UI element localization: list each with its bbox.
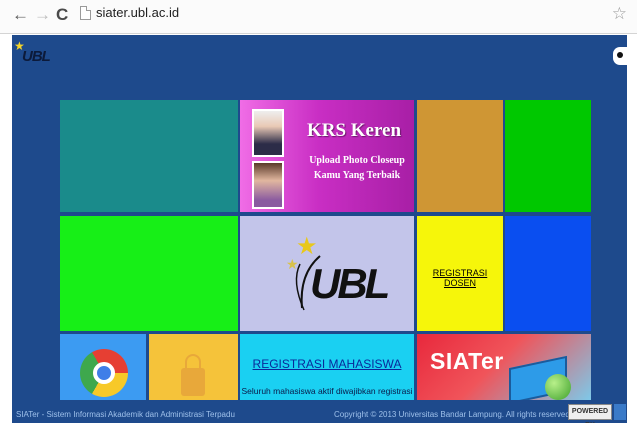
- footer: SIATer - Sistem Informasi Akademik dan A…: [12, 400, 627, 423]
- chrome-icon: [80, 349, 128, 397]
- address-bar[interactable]: siater.ubl.ac.id: [96, 5, 179, 20]
- tile-teal[interactable]: [60, 100, 238, 212]
- lock-icon: [181, 354, 205, 396]
- tile-registrasi-mahasiswa[interactable]: REGISTRASI MAHASISWA Seluruh mahasiswa a…: [240, 334, 414, 400]
- tile-blue[interactable]: [505, 216, 591, 331]
- powered-by-badge[interactable]: POWERED BY: [568, 404, 612, 423]
- tile-ubl-logo[interactable]: ★ ★ UBL: [240, 216, 414, 331]
- krs-title: KRS Keren: [306, 120, 402, 141]
- tile-siater[interactable]: SIATer: [417, 334, 591, 400]
- tile-lime[interactable]: [60, 216, 238, 331]
- tile-registrasi-dosen[interactable]: REGISTRASI DOSEN: [417, 216, 503, 331]
- back-arrow-icon[interactable]: ←: [12, 6, 29, 24]
- tile-orange[interactable]: [417, 100, 503, 212]
- tile-lock[interactable]: [149, 334, 238, 400]
- powered-by-logo-icon: [614, 404, 626, 420]
- tile-green[interactable]: [505, 100, 591, 212]
- student-photo: [252, 161, 284, 209]
- tile-chrome[interactable]: [60, 334, 146, 400]
- registrasi-note: Seluruh mahasiswa aktif diwajibkan regis…: [241, 386, 413, 396]
- star-icon[interactable]: ☆: [612, 4, 627, 24]
- ubl-logo-large: ★ ★ UBL: [280, 230, 390, 316]
- krs-subtitle: Upload Photo Closeup Kamu Yang Terbaik: [309, 155, 405, 181]
- page-icon: [80, 6, 91, 20]
- registrasi-mahasiswa-link[interactable]: REGISTRASI MAHASISWA: [240, 357, 414, 371]
- tile-krs-keren[interactable]: KRS Keren Upload Photo Closeup Kamu Yang…: [240, 100, 414, 212]
- page-body: ★ UBL KRS Keren Upload Photo Closeup Kam…: [12, 35, 627, 400]
- reload-icon[interactable]: C: [56, 6, 68, 24]
- star-icon: ★: [286, 256, 299, 272]
- soccer-ball-icon: [613, 47, 627, 65]
- ubl-logo[interactable]: ★ UBL: [14, 39, 64, 69]
- student-photo: [252, 109, 284, 157]
- forward-arrow-icon[interactable]: →: [34, 6, 51, 24]
- browser-toolbar: ← → C siater.ubl.ac.id ☆: [0, 0, 637, 34]
- star-icon: ★: [296, 233, 318, 260]
- siater-title: SIATer: [430, 348, 504, 374]
- footer-app-name: SIATer - Sistem Informasi Akademik dan A…: [16, 410, 235, 419]
- footer-copyright: Copyright © 2013 Universitas Bandar Lamp…: [334, 410, 573, 419]
- registrasi-dosen-link[interactable]: REGISTRASI DOSEN: [417, 268, 503, 288]
- globe-icon: [545, 374, 571, 400]
